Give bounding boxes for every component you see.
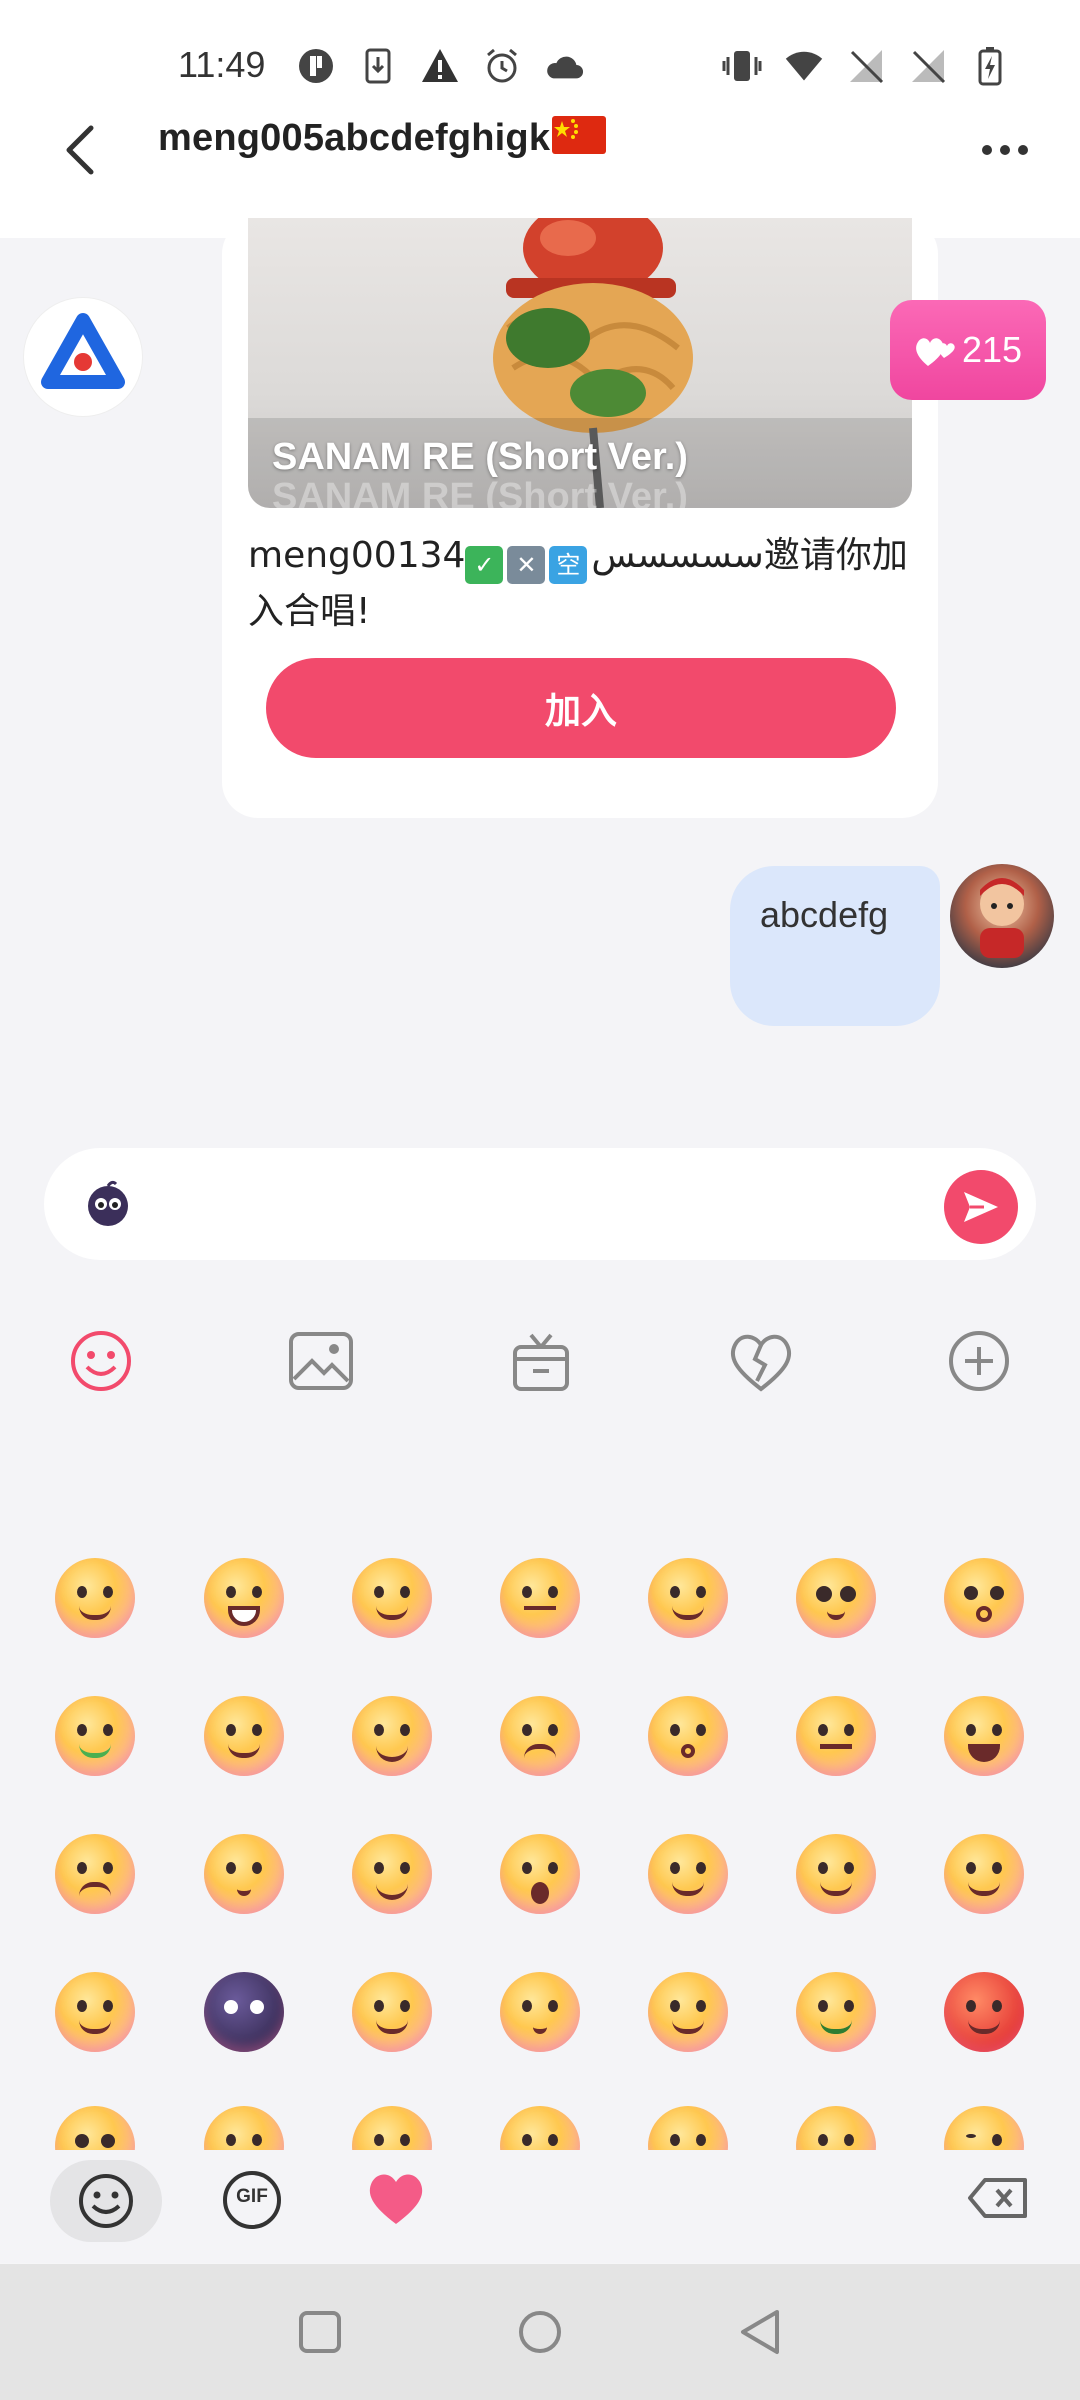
home-button[interactable] [512, 2304, 568, 2360]
recents-button[interactable] [292, 2304, 348, 2360]
emoji-fists[interactable] [796, 1834, 876, 1914]
app-notification-icon [296, 46, 336, 86]
emoji-tearful[interactable] [55, 1834, 135, 1914]
emoji-laugh-hands[interactable] [352, 1834, 432, 1914]
chevron-left-icon [66, 125, 94, 175]
emoji-sigh[interactable] [204, 1834, 284, 1914]
emoji-toggle-button[interactable] [66, 1326, 136, 1396]
smile-icon [71, 1331, 131, 1391]
image-icon [289, 1332, 353, 1390]
circle-icon [519, 2311, 561, 2353]
triangle-back-icon [741, 2310, 779, 2354]
emoji-scream[interactable] [500, 1834, 580, 1914]
emoji-tongue[interactable] [352, 1558, 432, 1638]
alarm-icon [482, 46, 522, 86]
gif-label: GIF [236, 2186, 268, 2207]
song-title-reflection: SANAM RE (Short Ver.) [272, 476, 688, 508]
emoji-rainbow[interactable] [55, 1696, 135, 1776]
tab-emoji[interactable] [50, 2160, 162, 2242]
emoji-dizzy-star[interactable] [944, 1834, 1024, 1914]
emoji-sweat-smile[interactable] [352, 1696, 432, 1776]
plus-circle-icon [949, 1331, 1009, 1391]
emoji-category-tabs: GIF [0, 2150, 1080, 2260]
emoji-purple-blob[interactable] [204, 1972, 284, 2052]
image-picker-button[interactable] [286, 1326, 356, 1396]
my-message-text: abcdefg [760, 894, 889, 935]
send-button[interactable] [944, 1170, 1018, 1244]
smile-icon [79, 2174, 133, 2228]
emoji-furious-cry[interactable] [944, 1696, 1024, 1776]
download-icon [358, 46, 398, 86]
chat-area[interactable]: SANAM RE (Short Ver.) SANAM RE (Short Ve… [0, 218, 1080, 1138]
more-options-button[interactable] [970, 120, 1040, 180]
send-icon [964, 1192, 998, 1222]
emoji-praying[interactable] [55, 1972, 135, 2052]
emoji-shocked[interactable] [944, 1558, 1024, 1638]
cross-mark-emoji-icon: ✕ [507, 546, 546, 584]
broken-heart-icon [730, 1334, 792, 1392]
emoji-shush[interactable] [500, 1972, 580, 2052]
message-input[interactable] [44, 1148, 1036, 1260]
back-nav-button[interactable] [732, 2304, 788, 2360]
emoji-angry[interactable] [500, 1696, 580, 1776]
tab-favorites[interactable] [364, 2166, 428, 2230]
status-time: 11:49 [178, 44, 266, 85]
duet-button[interactable] [726, 1326, 796, 1396]
chat-title-text: meng005abcdefghigk [158, 117, 551, 159]
invite-message: meng001 سسسسس空✕✓34邀请你加入合唱! [248, 535, 908, 632]
emoji-vomit[interactable] [796, 1972, 876, 2052]
check-mark-emoji-icon: ✓ [465, 546, 504, 584]
more-actions-button[interactable] [944, 1326, 1014, 1396]
emoji-pleading[interactable] [796, 1558, 876, 1638]
song-cover-image[interactable]: SANAM RE (Short Ver.) SANAM RE (Short Ve… [248, 218, 912, 508]
sticker-emoji-icon [82, 1178, 134, 1230]
sender-avatar[interactable] [24, 298, 142, 416]
square-icon [299, 2311, 341, 2353]
emoji-facepalm-cry[interactable] [204, 1696, 284, 1776]
likes-badge[interactable]: 215 [890, 300, 1046, 400]
status-bar: 11:49 [0, 0, 1080, 110]
gift-icon [513, 1333, 569, 1391]
no-signal-2-icon [908, 46, 948, 86]
emoji-slipper[interactable] [648, 1558, 728, 1638]
emoji-egg-head[interactable] [352, 1972, 432, 2052]
duet-invite-card[interactable]: SANAM RE (Short Ver.) SANAM RE (Short Ve… [222, 218, 938, 818]
app-logo-icon [41, 313, 125, 389]
emoji-rage[interactable] [944, 1972, 1024, 2052]
emoji-grin[interactable] [204, 1558, 284, 1638]
system-nav-bar [0, 2264, 1080, 2400]
compose-toolbar [0, 1298, 1080, 1418]
wifi-icon [784, 46, 824, 86]
my-avatar[interactable] [950, 864, 1054, 968]
backspace-button[interactable] [966, 2168, 1030, 2228]
vacancy-emoji-icon: 空 [549, 546, 588, 584]
hearts-icon [916, 338, 955, 366]
backspace-icon [968, 2178, 1027, 2218]
likes-count: 215 [961, 329, 1023, 370]
emoji-hand-over-mouth[interactable] [648, 1972, 728, 2052]
vibrate-icon [722, 46, 762, 86]
warning-icon [420, 46, 460, 86]
emoji-cover-face[interactable] [648, 1834, 728, 1914]
my-message-bubble[interactable]: abcdefg [730, 866, 940, 1026]
china-flag-icon [552, 116, 607, 154]
no-signal-icon [846, 46, 886, 86]
emoji-smile[interactable] [55, 1558, 135, 1638]
cloud-icon [544, 46, 584, 86]
arabic-text: سسسسس [591, 535, 764, 576]
heart-icon [369, 2174, 423, 2224]
join-duet-button[interactable]: 加入 [266, 658, 896, 758]
input-panel [0, 1138, 1080, 2263]
emoji-confused[interactable] [648, 1696, 728, 1776]
emoji-smirk[interactable] [500, 1558, 580, 1638]
song-title: SANAM RE (Short Ver.) [272, 436, 688, 478]
cartoon-avatar-icon [980, 878, 1024, 958]
tab-gif[interactable]: GIF [220, 2168, 284, 2232]
back-button[interactable] [50, 110, 110, 190]
emoji-eyeroll[interactable] [796, 1696, 876, 1776]
battery-charging-icon [970, 46, 1010, 86]
chat-title: meng005abcdefghigk [158, 116, 607, 160]
gift-button[interactable] [506, 1326, 576, 1396]
